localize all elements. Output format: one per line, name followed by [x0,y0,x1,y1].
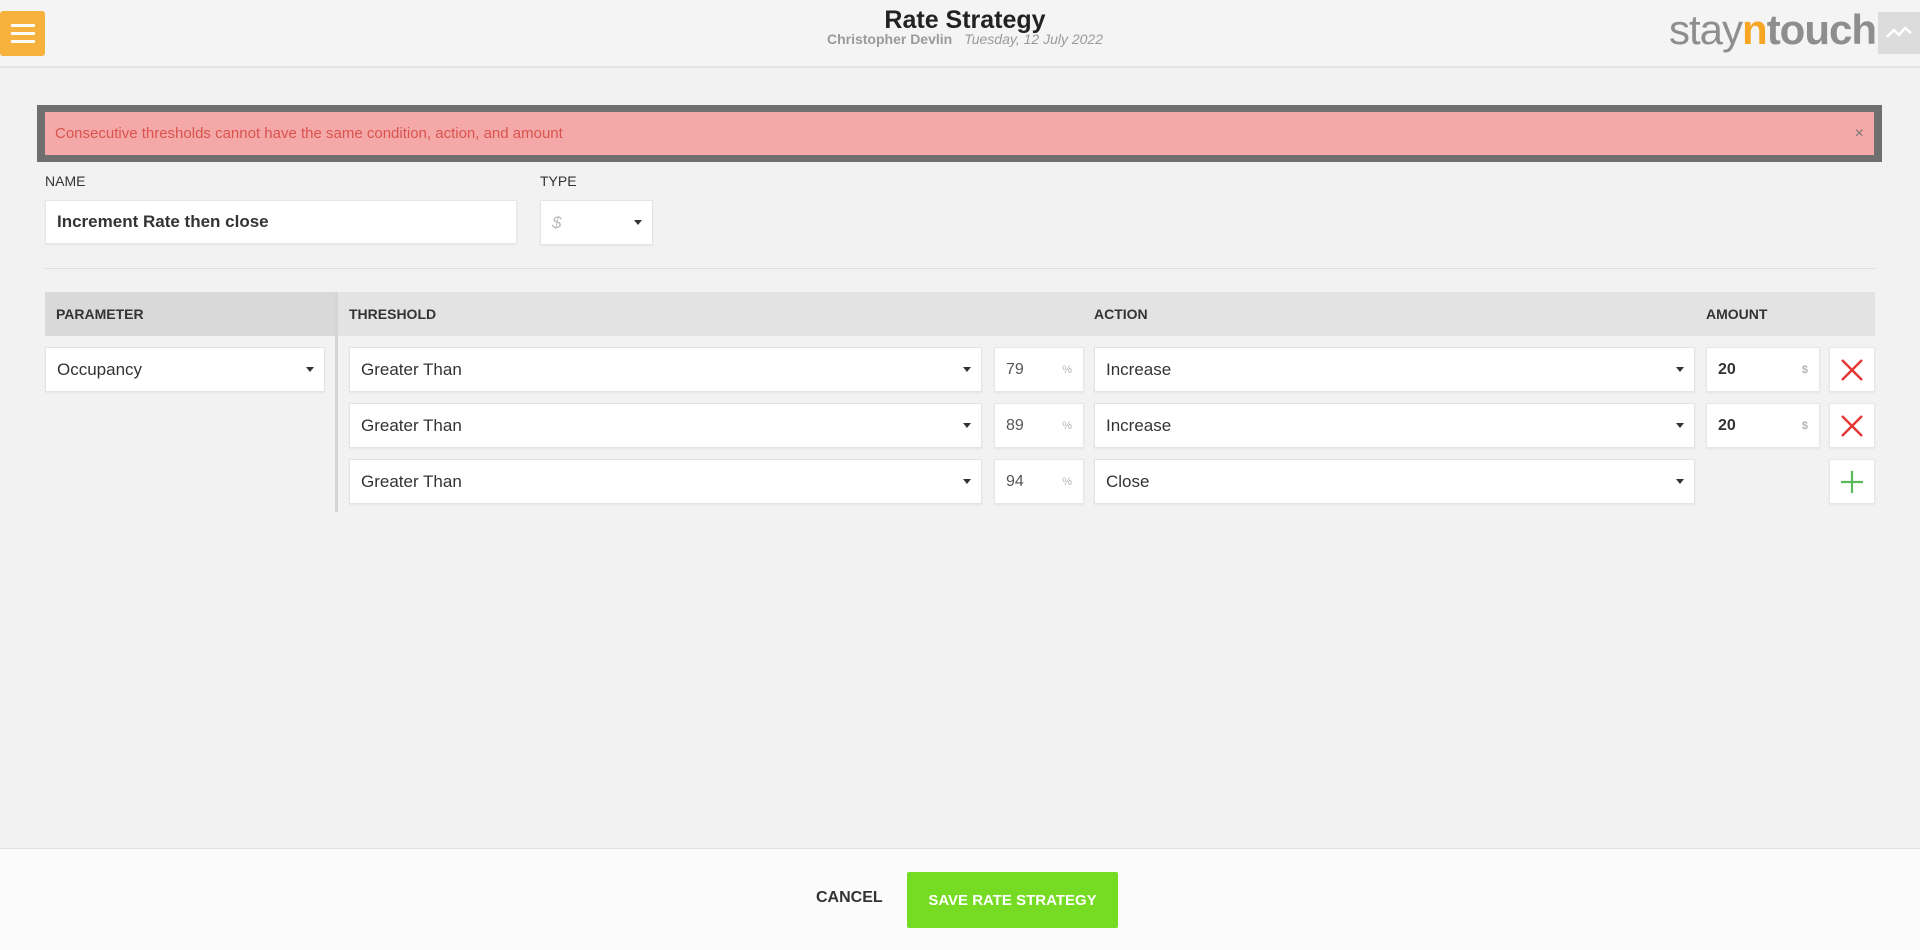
page-subtitle: Christopher Devlin Tuesday, 12 July 2022 [0,31,1920,47]
plus-icon [1841,470,1863,493]
threshold-input-row-2[interactable]: 89 % [994,403,1084,448]
line-graph-icon [1886,26,1912,38]
user-name: Christopher Devlin [826,31,953,47]
chevron-down-icon [1676,423,1684,428]
close-icon [1841,358,1863,381]
save-rate-strategy-button[interactable]: SAVE RATE STRATEGY [907,872,1118,928]
remove-threshold-button-row-1[interactable] [1829,347,1875,392]
error-banner: Consecutive thresholds cannot have the s… [45,112,1874,155]
strategy-name-input[interactable]: Increment Rate then close [45,200,517,244]
column-divider [335,292,338,512]
type-select[interactable]: $ [540,200,653,245]
chevron-down-icon [1676,367,1684,372]
error-banner-container: Consecutive thresholds cannot have the s… [37,105,1882,162]
condition-select-row-3[interactable]: Greater Than [349,459,982,504]
dollar-unit: $ [1801,419,1808,432]
graph-button[interactable] [1878,12,1920,54]
error-message: Consecutive thresholds cannot have the s… [55,125,563,142]
parameter-header: PARAMETER [56,306,144,322]
chevron-down-icon [1676,479,1684,484]
action-select-row-1[interactable]: Increase [1094,347,1695,392]
remove-threshold-button-row-2[interactable] [1829,403,1875,448]
amount-input-row-1[interactable]: 20 $ [1706,347,1820,392]
rules-table-header: PARAMETER THRESHOLD ACTION AMOUNT [45,292,1875,336]
name-label: NAME [45,173,86,189]
type-label: TYPE [540,173,577,189]
parameter-select[interactable]: Occupancy [45,347,325,392]
amount-input-row-2[interactable]: 20 $ [1706,403,1820,448]
action-select-row-2[interactable]: Increase [1094,403,1695,448]
chevron-down-icon [963,423,971,428]
dollar-unit: $ [1801,363,1808,376]
condition-select-row-2[interactable]: Greater Than [349,403,982,448]
threshold-input-row-3[interactable]: 94 % [994,459,1084,504]
percent-unit: % [1062,475,1072,488]
threshold-header: THRESHOLD [349,306,437,322]
chevron-down-icon [306,367,314,372]
error-close-icon[interactable]: × [1855,125,1864,143]
action-header: ACTION [1094,306,1148,322]
close-icon [1841,414,1863,437]
action-select-row-3[interactable]: Close [1094,459,1695,504]
type-select-value: $ [552,212,562,232]
amount-header: AMOUNT [1706,306,1768,322]
form-divider [45,268,1875,269]
add-threshold-button[interactable] [1829,459,1875,504]
stayntouch-logo: stayntouch [1669,6,1877,53]
percent-unit: % [1062,363,1072,376]
chevron-down-icon [963,367,971,372]
threshold-input-row-1[interactable]: 79 % [994,347,1084,392]
percent-unit: % [1062,419,1072,432]
cancel-button[interactable]: CANCEL [816,889,883,907]
condition-select-row-1[interactable]: Greater Than [349,347,982,392]
chevron-down-icon [963,479,971,484]
chevron-down-icon [634,220,642,225]
parameter-select-value: Occupancy [57,359,143,379]
business-date: Tuesday, 12 July 2022 [964,31,1104,47]
app-header: Rate Strategy Christopher Devlin Tuesday,… [0,0,1920,68]
